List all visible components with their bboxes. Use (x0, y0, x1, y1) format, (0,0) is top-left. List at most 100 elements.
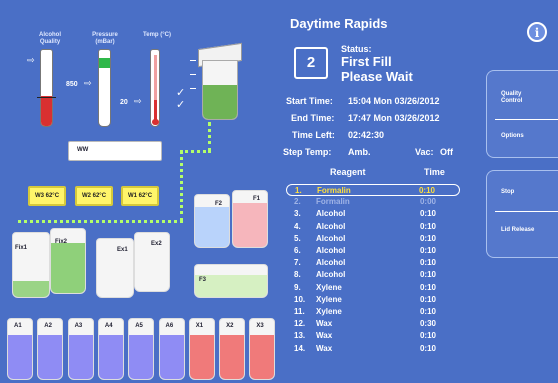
ww-label: WW (77, 147, 89, 153)
row-time: 0:10 (419, 233, 436, 243)
row-time: 0:10 (419, 221, 436, 231)
vac-value: Off (440, 147, 453, 157)
row-number: 14. (294, 343, 306, 353)
bottle-label: X2 (226, 323, 234, 329)
row-number: 11. (294, 307, 305, 316)
row-reagent: Xylene (316, 307, 342, 316)
row-reagent: Alcohol (316, 246, 346, 255)
row-reagent: Alcohol (316, 233, 346, 243)
fix2-label: Fix2 (55, 239, 68, 245)
row-reagent: Alcohol (316, 270, 346, 280)
reagent-row[interactable]: 13. Wax 0:10 (286, 330, 460, 342)
reagent-row[interactable]: 10. Xylene 0:10 (286, 294, 460, 306)
status-label: Status: (341, 44, 372, 54)
reagent-row[interactable]: 6. Alcohol 0:10 (286, 245, 460, 257)
step-number: 2 (306, 54, 316, 71)
time-left-value: 02:42:30 (348, 130, 385, 140)
bottle-label: A6 (165, 323, 174, 329)
row-reagent: Xylene (316, 294, 342, 304)
row-number: 4. (294, 221, 301, 231)
bottle-a3: A3 (67, 318, 94, 380)
time-left-label: Time Left: (292, 130, 335, 140)
row-reagent: Formalin (317, 186, 351, 195)
row-time: 0:10 (418, 186, 435, 195)
row-time: 0:10 (419, 307, 436, 316)
bottle-label: A2 (44, 323, 52, 329)
bottle-label: A4 (104, 323, 113, 329)
f1-label: F1 (253, 196, 261, 202)
lid-release-button[interactable]: Lid Release (501, 227, 541, 234)
step-temp-value: Amb. (348, 147, 371, 157)
temp-value: 20 (120, 99, 128, 106)
row-reagent: Alcohol (316, 258, 346, 268)
bottle-x2: X2 (219, 318, 246, 380)
pipe-line (180, 150, 211, 153)
bottle-label: X1 (195, 323, 204, 329)
pipe-line (208, 122, 211, 152)
bottle-a4: A4 (97, 318, 124, 380)
row-number: 13. (294, 331, 306, 341)
reagent-row[interactable]: 8. Alcohol 0:10 (286, 269, 460, 281)
f3-label: F3 (199, 277, 207, 283)
pipe-line (180, 150, 183, 222)
bottle-x3: X3 (249, 318, 276, 380)
row-time: 0:30 (419, 319, 436, 329)
start-time-label: Start Time: (286, 96, 333, 106)
bottle-a6: A6 (158, 318, 185, 380)
reagent-row[interactable]: 14. Wax 0:10 (286, 343, 460, 355)
row-time: 0:10 (419, 294, 436, 304)
row-number: 6. (294, 246, 301, 255)
row-reagent: Alcohol (316, 209, 346, 219)
fix1-container: Fix1 (12, 232, 50, 298)
reagent-column-header: Reagent (330, 167, 366, 177)
row-number: 8. (294, 270, 301, 280)
bottle-a2: A2 (37, 318, 64, 380)
fix2-container: Fix2 (50, 228, 86, 294)
pressure-value: 850 (66, 81, 78, 88)
reagent-row[interactable]: 12. Wax 0:30 (286, 318, 460, 330)
vac-label: Vac: (415, 147, 434, 157)
reagent-row[interactable]: 3. Alcohol 0:10 (286, 208, 460, 220)
stop-button[interactable]: Stop (501, 189, 514, 196)
retort-level-marks (190, 60, 196, 100)
row-time: 0:10 (419, 331, 436, 341)
start-time-value: 15:04 Mon 03/26/2012 (348, 96, 440, 106)
status-line1: First Fill (341, 54, 392, 69)
bottle-label: A5 (135, 323, 143, 329)
bottle-x1: X1 (188, 318, 215, 380)
pressure-label: Pressure (mBar) (92, 32, 118, 45)
reagent-row[interactable]: 4. Alcohol 0:10 (286, 221, 460, 233)
row-number: 3. (294, 209, 301, 219)
reagent-row[interactable]: 11. Xylene 0:10 (286, 306, 460, 318)
reagent-row[interactable]: 2. Formalin 0:00 (286, 196, 460, 208)
alcohol-quality-label: Alcohol Quality (39, 32, 61, 45)
reagent-row[interactable]: 1. Formalin 0:10 (286, 184, 460, 197)
reagent-row[interactable]: 5. Alcohol 0:10 (286, 233, 460, 245)
row-reagent: Alcohol (316, 221, 346, 231)
step-temp-label: Step Temp: (283, 147, 332, 157)
checkmark-icon: ✓ (176, 99, 186, 111)
info-button[interactable]: i (527, 22, 547, 42)
bottle-label: X3 (256, 323, 264, 329)
step-number-box: 2 (294, 47, 328, 79)
row-reagent: Wax (316, 343, 333, 353)
row-number: 5. (294, 233, 301, 243)
row-number: 10. (294, 294, 306, 304)
options-button[interactable]: Options (501, 133, 524, 140)
pipe-line (18, 220, 183, 223)
row-time: 0:10 (419, 270, 436, 280)
bottle-label: A1 (14, 323, 22, 329)
w3-wax-temp: W3 62°C (28, 186, 66, 206)
row-number: 1. (295, 186, 302, 195)
fix1-label: Fix1 (15, 245, 28, 251)
temp-label: Temp (°C) (143, 32, 171, 38)
reagent-row[interactable]: 9. Xylene 0:10 (286, 282, 460, 294)
row-number: 7. (294, 258, 301, 268)
stop-lid-panel: Stop Lid Release (486, 170, 558, 258)
row-number: 2. (294, 197, 301, 207)
ex1-container: Ex1 (96, 238, 134, 298)
quality-control-button[interactable]: Quality Control (501, 91, 541, 105)
f3-container: F3 (194, 264, 268, 298)
end-time-value: 17:47 Mon 03/26/2012 (348, 113, 440, 123)
reagent-row[interactable]: 7. Alcohol 0:10 (286, 257, 460, 269)
